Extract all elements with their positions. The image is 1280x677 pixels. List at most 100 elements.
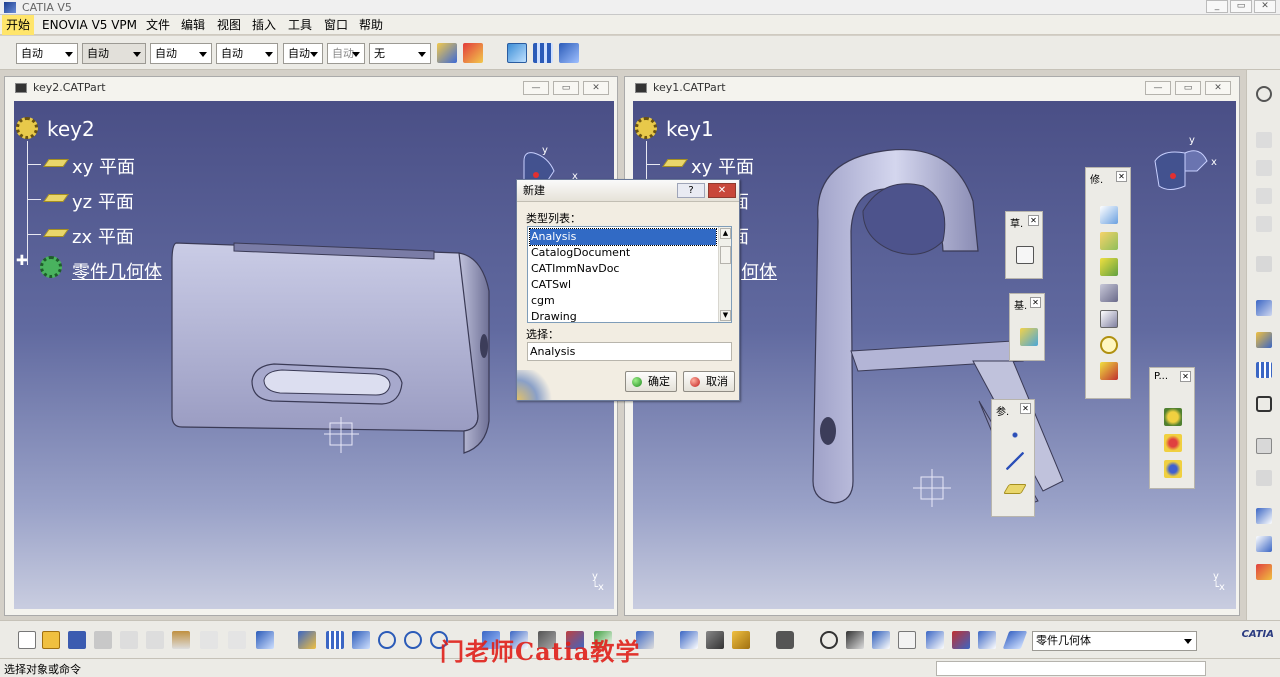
dialog-close-button[interactable]: ✕ [708, 183, 736, 198]
menu-enovia[interactable]: ENOVIA V5 VPM [38, 15, 141, 35]
table-icon[interactable] [1256, 470, 1272, 486]
undo-icon[interactable] [200, 631, 218, 649]
menu-tools[interactable]: 工具 [284, 15, 316, 35]
part-root-icon[interactable] [16, 117, 38, 139]
menu-view[interactable]: 视图 [213, 15, 245, 35]
fill-color-combo[interactable]: 自动 [16, 43, 78, 64]
chamfer-icon[interactable] [1100, 232, 1118, 250]
transparency-combo[interactable]: 自动 [82, 43, 146, 64]
doc-minimize-button[interactable]: — [1145, 81, 1171, 95]
cut-icon[interactable] [120, 631, 138, 649]
fit-all-in-icon[interactable] [326, 631, 344, 649]
type-list-item[interactable]: CatalogDocument [530, 245, 716, 261]
tree-item-yz-plane[interactable]: yz 平面 [72, 188, 134, 214]
type-list-item[interactable]: cgm [530, 293, 716, 309]
catalog-icon[interactable] [1256, 438, 1272, 454]
line-icon[interactable] [1006, 452, 1024, 470]
save-icon[interactable] [68, 631, 86, 649]
menu-start[interactable]: 开始 [2, 15, 35, 35]
text-abc-icon[interactable] [1256, 508, 1272, 524]
selection-input[interactable]: Analysis [527, 342, 732, 361]
layer-combo[interactable]: 无 [369, 43, 431, 64]
hole-icon[interactable] [1256, 216, 1272, 232]
doc-close-button[interactable]: ✕ [583, 81, 609, 95]
dialog-help-button[interactable]: ? [677, 183, 705, 198]
menu-insert[interactable]: 插入 [248, 15, 280, 35]
part-root-icon[interactable] [635, 117, 657, 139]
key2-3d-model[interactable] [164, 231, 504, 461]
hand-icon[interactable] [846, 631, 864, 649]
maximize-button[interactable]: ▭ [1230, 0, 1252, 13]
cancel-button[interactable]: 取消 [683, 371, 735, 392]
boolean-remove-icon[interactable] [1164, 460, 1182, 478]
analysis-icon[interactable] [1256, 332, 1272, 348]
tree-item-part-body-fragment[interactable]: 何体 [741, 258, 777, 284]
capture-camera-icon[interactable] [776, 631, 794, 649]
ok-button[interactable]: 确定 [625, 371, 677, 392]
expand-plus-icon[interactable]: ✚ [16, 253, 28, 269]
pan-icon[interactable] [352, 631, 370, 649]
gear-icon[interactable] [1256, 86, 1272, 102]
palette-close-button[interactable]: ✕ [1028, 215, 1039, 226]
doc-close-button[interactable]: ✕ [1205, 81, 1231, 95]
flag-note-icon[interactable] [1256, 536, 1272, 552]
update-icon[interactable] [820, 631, 838, 649]
select-arrow-icon[interactable] [1256, 256, 1272, 272]
measure-item-icon[interactable] [706, 631, 724, 649]
fly-mode-icon[interactable] [298, 631, 316, 649]
menu-window[interactable]: 窗口 [320, 15, 352, 35]
tree-root-key2[interactable]: key2 [47, 117, 95, 141]
plane-icon[interactable] [1003, 484, 1027, 494]
remove-face-icon[interactable] [1100, 362, 1118, 380]
rotate-icon[interactable] [378, 631, 396, 649]
menu-edit[interactable]: 编辑 [177, 15, 209, 35]
layer-combo-disabled[interactable]: 自动 [327, 43, 365, 64]
pocket-icon[interactable] [1256, 160, 1272, 176]
tree-root-key1[interactable]: key1 [666, 117, 714, 141]
boolean-assemble-icon[interactable] [1164, 408, 1182, 426]
grid-tools-icon[interactable] [533, 43, 553, 63]
doc-restore-button[interactable]: ▭ [1175, 81, 1201, 95]
selection-sets-icon[interactable] [978, 631, 996, 649]
point-icon[interactable] [1006, 426, 1024, 444]
apply-material-icon[interactable] [1256, 564, 1272, 580]
workbench-icon[interactable] [507, 43, 527, 63]
grid-icon[interactable] [1256, 362, 1272, 378]
sketch-icon[interactable] [1016, 246, 1034, 264]
fillet-icon[interactable] [1100, 206, 1118, 224]
line-thickness-combo[interactable]: 自动 [150, 43, 212, 64]
shaft-icon[interactable] [1256, 188, 1272, 204]
redo-icon[interactable] [228, 631, 246, 649]
copy-icon[interactable] [146, 631, 164, 649]
painter-icon[interactable] [437, 43, 457, 63]
fit-all-icon[interactable] [1256, 396, 1272, 412]
thickness-icon[interactable] [1100, 310, 1118, 328]
menu-help[interactable]: 帮助 [355, 15, 387, 35]
doc-minimize-button[interactable]: — [523, 81, 549, 95]
list-scrollbar[interactable]: ▲ ▼ [718, 227, 731, 322]
current-body-combo[interactable]: 零件几何体 [1032, 631, 1197, 651]
palette-close-button[interactable]: ✕ [1180, 371, 1191, 382]
plane-mode-icon[interactable] [1002, 631, 1028, 649]
tree-item-xy-plane[interactable]: xy 平面 [691, 153, 754, 179]
boolean-add-icon[interactable] [1164, 434, 1182, 452]
type-list-item[interactable]: Analysis [529, 228, 717, 246]
whats-this-icon[interactable] [256, 631, 274, 649]
measure-icon[interactable] [1256, 300, 1272, 316]
scroll-up-icon[interactable]: ▲ [720, 228, 731, 239]
doc-restore-button[interactable]: ▭ [553, 81, 579, 95]
pad-icon[interactable] [1020, 328, 1038, 346]
palette-close-button[interactable]: ✕ [1116, 171, 1127, 182]
zoom-in-icon[interactable] [404, 631, 422, 649]
whats-this-help-icon[interactable] [559, 43, 579, 63]
draft-icon[interactable] [1100, 258, 1118, 276]
type-list-item[interactable]: CATSwl [530, 277, 716, 293]
paste-icon[interactable] [172, 631, 190, 649]
sketch-tool-icon[interactable] [1256, 132, 1272, 148]
print-icon[interactable] [94, 631, 112, 649]
tree-item-part-body[interactable]: 零件几何体 [72, 258, 162, 284]
mass-icon[interactable] [732, 631, 750, 649]
measure-between-icon[interactable] [680, 631, 698, 649]
line-type-combo[interactable]: 自动 [216, 43, 278, 64]
type-list-item[interactable]: CATImmNavDoc [530, 261, 716, 277]
